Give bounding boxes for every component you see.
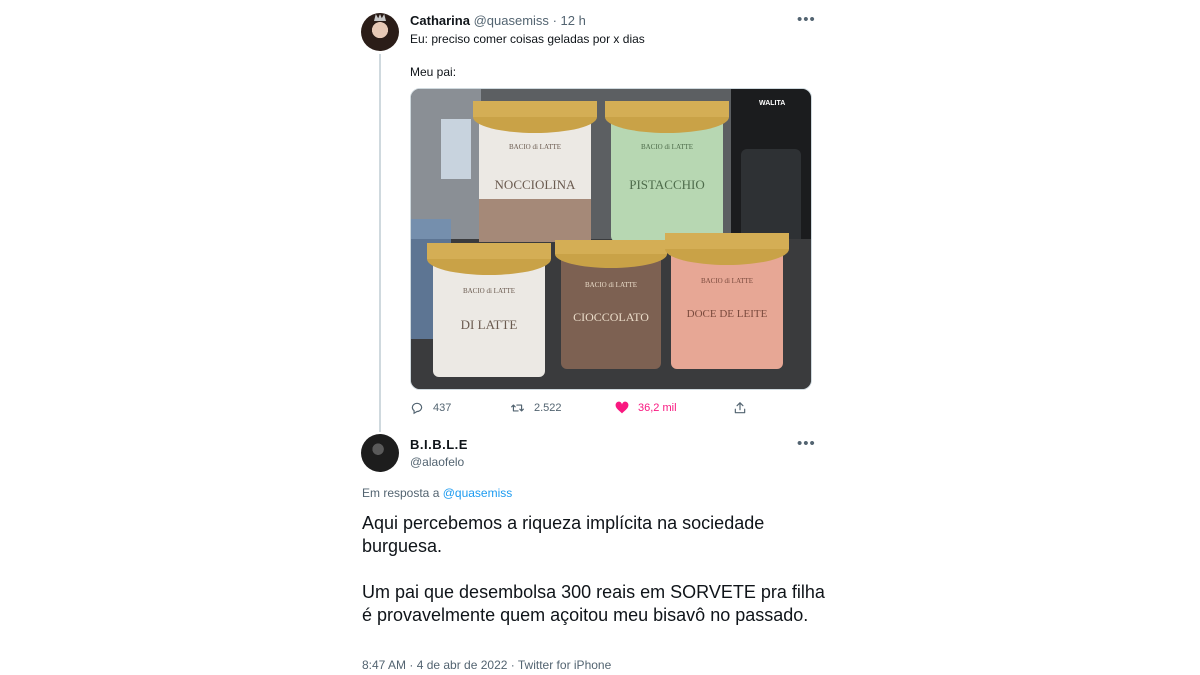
- pint-flavor: PISTACCHIO: [629, 177, 705, 192]
- tweet-photo[interactable]: WALITA BACIO di LATTE NOCCIOLINA BACIO d…: [410, 88, 812, 390]
- replying-to: Em resposta a @quasemiss: [362, 486, 512, 500]
- crown-icon: [374, 14, 386, 21]
- user-handle[interactable]: @alaofelo: [410, 455, 464, 469]
- tweet-metadata[interactable]: 8:47 AM · 4 de abr de 2022 · Twitter for…: [362, 658, 611, 672]
- pint-brand: BACIO di LATTE: [509, 143, 561, 151]
- heart-icon: [615, 401, 629, 414]
- tweet-header: Catharina @quasemiss · 12 h: [410, 13, 586, 28]
- pint-brand: BACIO di LATTE: [641, 143, 693, 151]
- tweet-paragraph: Aqui percebemos a riqueza implícita na s…: [362, 513, 765, 556]
- pint-brand: BACIO di LATTE: [585, 281, 637, 289]
- pint-flavor: NOCCIOLINA: [495, 177, 576, 192]
- tweet-actions: 437 2.522 36,2 mil: [410, 401, 810, 417]
- thread-line: [379, 54, 381, 432]
- pint-brand: BACIO di LATTE: [701, 277, 753, 285]
- separator: ·: [552, 13, 557, 28]
- pint-flavor: DOCE DE LEITE: [687, 308, 768, 320]
- like-button[interactable]: 36,2 mil: [615, 401, 677, 414]
- timestamp[interactable]: 12 h: [561, 13, 586, 28]
- pint-cioccolato: BACIO di LATTE CIOCCOLATO: [555, 240, 667, 369]
- reply-count: 437: [433, 402, 452, 414]
- pint-flavor: CIOCCOLATO: [573, 310, 649, 324]
- reply-prefix: Em resposta a: [362, 486, 440, 500]
- more-options-icon[interactable]: •••: [797, 12, 816, 27]
- tweet-text-line: Meu pai:: [410, 65, 457, 79]
- like-count: 36,2 mil: [638, 401, 677, 414]
- ice-cream-photo: WALITA BACIO di LATTE NOCCIOLINA BACIO d…: [411, 89, 811, 389]
- tweet-paragraph: Um pai que desembolsa 300 reais em SORVE…: [362, 582, 825, 625]
- pint-flavor: DI LATTE: [461, 317, 518, 332]
- pint-nocciolina: BACIO di LATTE NOCCIOLINA: [473, 101, 597, 242]
- pint-di-latte: BACIO di LATTE DI LATTE: [427, 243, 551, 377]
- retweet-count: 2.522: [534, 402, 562, 414]
- reply-icon: [411, 402, 423, 415]
- avatar[interactable]: [361, 434, 399, 472]
- kettle-label: WALITA: [759, 100, 785, 107]
- share-icon: [734, 402, 746, 414]
- tweet-body: Aqui percebemos a riqueza implícita na s…: [362, 512, 832, 650]
- tweet-text-line: Eu: preciso comer coisas geladas por x d…: [410, 32, 645, 46]
- retweet-button[interactable]: 2.522: [510, 401, 562, 415]
- share-button[interactable]: [733, 401, 747, 415]
- display-name[interactable]: Catharina: [410, 13, 470, 28]
- pint-pistacchio: BACIO di LATTE PISTACCHIO: [605, 101, 729, 242]
- reply-handle-link[interactable]: @quasemiss: [443, 486, 513, 500]
- reply-button[interactable]: 437: [410, 401, 451, 415]
- pint-doce-de-leite: BACIO di LATTE DOCE DE LEITE: [665, 233, 789, 369]
- retweet-icon: [511, 404, 524, 412]
- pint-brand: BACIO di LATTE: [463, 287, 515, 295]
- display-name[interactable]: B.I.B.L.E: [410, 437, 468, 452]
- user-handle[interactable]: @quasemiss: [474, 13, 549, 28]
- avatar[interactable]: [361, 13, 399, 51]
- more-options-icon[interactable]: •••: [797, 436, 816, 451]
